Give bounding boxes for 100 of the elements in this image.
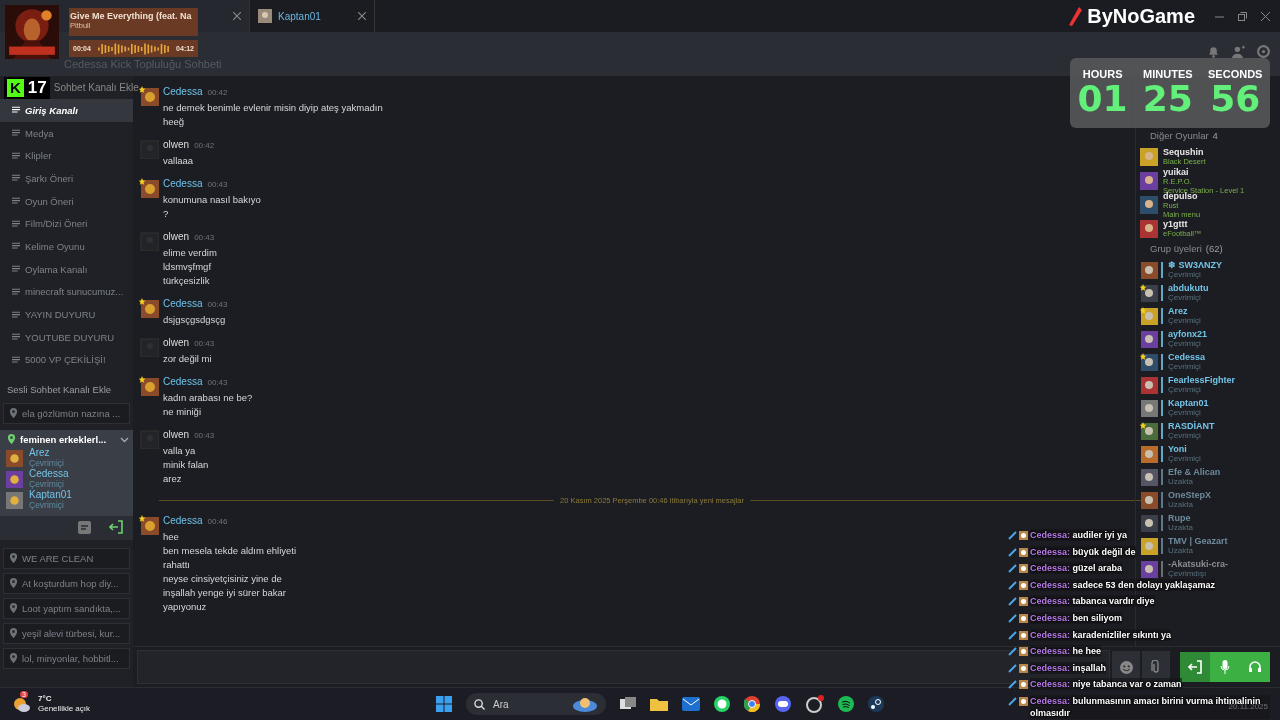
member-name[interactable]: Kaptan01 [29,490,72,501]
member-status: Çevrimdışı [1168,568,1208,578]
text-channel[interactable]: Medya [0,121,133,145]
text-channel[interactable]: YAYIN DUYURU [0,303,133,326]
section-heading[interactable]: Sohbet Kanalı Ekle [53,82,139,93]
timestamp: 00:43 [207,300,228,309]
timestamp: 00:43 [207,180,228,189]
voice-channel[interactable]: yeşil alevi türbesi, kur... [3,623,130,645]
voice-channel[interactable]: At koşturdum hop diy... [3,573,130,595]
chat-message: Cedessa: sadece 53 den dolayı yaklaşamaz [1030,578,1216,591]
voice-channel[interactable]: WE ARE CLEAN [3,548,130,570]
member-name[interactable]: abdukutu [1168,283,1209,293]
count: (62) [1205,243,1223,254]
text-channel[interactable]: Giriş Kanalı [0,99,133,122]
chat-message: Cedessa: büyük değil de [1030,545,1136,558]
timer-label: HOURS [1082,68,1123,80]
member-name[interactable]: Kaptan01 [1168,398,1209,408]
member-status: Çevrimiçi [1168,430,1202,440]
text-channel[interactable]: Film/Dizi Öneri [0,212,133,236]
member-name[interactable]: Sequshin [1163,148,1206,157]
logo: ByNoGame [1087,4,1195,28]
member-status: Çevrimiçi [1168,384,1201,394]
member-status: Çevrimiçi [1168,361,1202,371]
member-name[interactable]: Cedessa [29,469,69,480]
author-name[interactable]: Cedessa [163,86,203,97]
member-name[interactable]: ayfonx21 [1168,329,1208,339]
author-name[interactable]: olwen [163,337,190,348]
member-status: Çevrimiçi [1168,407,1201,417]
member-status: Çevrimiçi [1168,292,1202,302]
timestamp: 00:43 [194,339,215,348]
text-channel[interactable]: Klipler [0,144,133,168]
message-text: elime verdim [163,246,217,260]
member-status: Çevrimiçi [1168,338,1201,348]
author-name[interactable]: olwen [163,139,190,150]
member-status: Çevrimiçi [29,479,65,490]
member-status: Uzakta [1168,499,1193,509]
text-channel[interactable]: Oyun Öneri [0,189,133,213]
member-status: Çevrimiçi [29,500,64,511]
member-name[interactable]: ❄ SW3ΛNZY [1168,260,1222,270]
member-name[interactable]: FearlessFighter [1168,375,1236,385]
message-text: ldsmvşfmgf [163,260,213,274]
weather-text: Genellikle açık [38,704,91,714]
member-name[interactable]: Rupe [1168,513,1193,523]
member-name[interactable]: -Akatsuki-cra- [1168,559,1229,569]
author-name[interactable]: olwen [163,429,190,440]
message-text: minik falan [163,458,210,472]
message-text: dsjgsçgsdgsçg [163,313,227,327]
member-name[interactable]: Efe & Alican [1168,467,1221,477]
message-text: yapıyonuz [163,600,208,614]
timestamp: 00:46 [207,517,228,526]
author-name[interactable]: Cedessa [163,515,203,526]
text-channel[interactable]: 5000 VP ÇEKİLİŞİ! [0,348,133,372]
member-name[interactable]: Arez [29,448,64,459]
timestamp: 00:42 [194,141,215,150]
section-heading: Grup üyeleri [1150,243,1202,254]
author-name[interactable]: Cedessa [163,298,203,309]
message-text: konumuna nasıl bakıyo [163,193,261,207]
member-name[interactable]: Arez [1168,306,1201,316]
voice-channel[interactable]: lol, minyonlar, hobbitl... [3,648,130,670]
member-name[interactable]: Yoni [1168,444,1201,454]
member-name[interactable]: TMV | Geazart [1168,536,1228,546]
temperature: 7°C [38,694,53,704]
message-text: neyse cinsiyetçisiniz yine de [163,572,283,586]
member-name[interactable]: y1gttt [1163,220,1202,229]
voice-channel[interactable]: Loot yaptım sandıkta,... [3,598,130,620]
section-heading[interactable]: Sesli Sohbet Kanalı Ekle [0,371,133,402]
voice-channel[interactable]: ela gözlümün nazına ... [3,403,130,425]
member-status: Çevrimiçi [1168,453,1201,463]
text-channel[interactable]: Oylama Kanalı [0,257,133,281]
message-text: ben mesela tekde aldım ehliyeti [163,544,297,558]
message-text: ne demek benimle evlenir misin diyip ateş yakmadın [163,101,383,115]
channel-badge: K 17 [4,76,50,99]
voice-channel[interactable]: feminen erkeklerl... [0,432,133,448]
member-status: Çevrimiçi [1168,269,1202,279]
member-name[interactable]: OneStepX [1168,490,1211,500]
search-field[interactable]: Ara [466,693,606,715]
timer-label: SECONDS [1208,68,1263,80]
member-name[interactable]: RASDİANT [1168,421,1215,431]
message-text: rahattı [163,558,191,572]
author-name[interactable]: olwen [163,231,190,242]
timestamp: 00:43 [194,233,215,242]
chat-message: Cedessa: niye tabanca var o zaman [1030,678,1182,691]
message-text: heeğ [163,115,186,129]
member-name[interactable]: yuikai [1163,167,1245,177]
author-name[interactable]: Cedessa [163,178,203,189]
member-name[interactable]: Cedessa [1168,352,1206,362]
timer-value: 25 [1142,80,1193,118]
message-text: inşallah yenge iyi sürer bakar [163,586,288,600]
section-heading: Diğer Oyunlar [1150,130,1209,141]
text-channel[interactable]: YOUTUBE DUYURU [0,325,133,349]
text-channel[interactable]: Şarkı Öneri [0,167,133,190]
message-text: valla ya [163,444,197,458]
text-channel[interactable]: minecraft sunucumuz... [0,280,133,304]
message-text: vallaaa [163,154,195,168]
member-status: Uzakta [1168,545,1194,555]
chat-message: Cedessa: güzel araba [1030,562,1123,575]
message-text: hee [163,530,180,544]
author-name[interactable]: Cedessa [163,376,203,387]
message-text: arez [163,472,183,486]
text-channel[interactable]: Kelime Oyunu [0,235,133,258]
